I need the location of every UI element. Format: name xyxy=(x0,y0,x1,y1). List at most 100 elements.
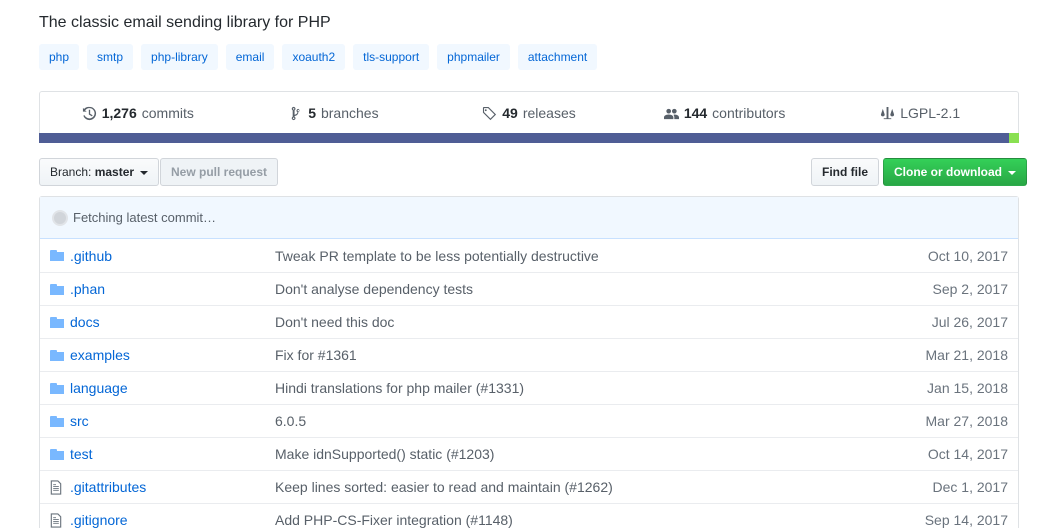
commit-age: Mar 27, 2018 xyxy=(925,413,1009,429)
commit-message-link[interactable]: Add PHP-CS-Fixer integration (#1148) xyxy=(275,512,878,528)
commit-age: Oct 10, 2017 xyxy=(927,247,1008,264)
new-pull-request-button[interactable]: New pull request xyxy=(160,158,279,186)
folder-icon xyxy=(50,316,64,328)
clone-download-button[interactable]: Clone or download xyxy=(883,158,1028,186)
law-icon xyxy=(881,106,895,119)
topic-list: php smtp php-library email xoauth2 tls-s… xyxy=(39,44,598,70)
file-row: language Hindi translations for php maile… xyxy=(40,371,1018,404)
branch-prefix: Branch: xyxy=(50,165,92,179)
file-row: examples Fix for #1361 Mar 21, 2018 xyxy=(40,338,1018,371)
folder-icon-cell xyxy=(40,448,70,460)
topic-tag[interactable]: tls-support xyxy=(353,44,430,70)
branch-name: master xyxy=(94,165,135,179)
tag-icon xyxy=(483,106,497,120)
commit-message-link[interactable]: Make idnSupported() static (#1203) xyxy=(275,446,878,462)
commit-age: Oct 14, 2017 xyxy=(927,446,1008,462)
topic-tag[interactable]: attachment xyxy=(517,44,598,70)
find-file-button[interactable]: Find file xyxy=(811,158,879,186)
releases-link[interactable]: 49 releases xyxy=(431,105,627,121)
folder-icon-cell xyxy=(40,250,70,261)
commit-message-link[interactable]: Don't analyse dependency tests xyxy=(275,281,878,297)
caret-down-icon xyxy=(140,170,149,175)
folder-icon-cell xyxy=(40,382,70,394)
file-icon xyxy=(50,512,62,528)
topic-tag[interactable]: xoauth2 xyxy=(282,44,346,70)
commit-message-link[interactable]: Don't need this doc xyxy=(275,314,878,330)
folder-icon-cell xyxy=(40,349,70,361)
repo-description: The classic email sending library for PH… xyxy=(39,14,331,31)
file-row: .github Tweak PR template to be less pote… xyxy=(40,239,1018,272)
folder-icon xyxy=(50,349,64,361)
commit-age: Sep 14, 2017 xyxy=(924,512,1008,528)
file-row: .gitattributes Keep lines sorted: easier … xyxy=(40,470,1018,503)
branches-link[interactable]: 5 branches xyxy=(236,105,432,121)
commit-message-link[interactable]: Fix for #1361 xyxy=(275,347,878,363)
commits-link[interactable]: 1,276 commits xyxy=(40,105,236,121)
topic-tag[interactable]: smtp xyxy=(87,44,134,70)
file-icon-cell xyxy=(40,512,70,528)
commits-count: 1,276 xyxy=(101,105,137,121)
contributors-link[interactable]: 144 contributors xyxy=(627,105,823,121)
branch-select-button[interactable]: Branch: master xyxy=(39,158,160,186)
file-name-link[interactable]: examples xyxy=(70,347,275,363)
commit-age: Jul 26, 2017 xyxy=(931,314,1008,330)
topic-tag[interactable]: php xyxy=(39,44,80,70)
history-icon xyxy=(82,106,96,120)
folder-icon xyxy=(50,448,64,460)
releases-count: 49 xyxy=(502,105,518,121)
git-branch-icon xyxy=(291,106,300,120)
file-name-link[interactable]: .github xyxy=(70,248,275,264)
file-name-link[interactable]: test xyxy=(70,446,275,462)
license-link[interactable]: LGPL-2.1 xyxy=(822,105,1018,121)
contributors-count: 144 xyxy=(683,105,708,121)
folder-icon xyxy=(50,250,64,261)
folder-icon xyxy=(50,415,64,427)
caret-down-icon xyxy=(1008,170,1017,175)
file-row: src 6.0.5 Mar 27, 2018 xyxy=(40,404,1018,437)
folder-icon xyxy=(50,382,64,394)
file-list: Fetching latest commit… .github Tweak PR … xyxy=(39,196,1019,528)
commits-label: commits xyxy=(141,105,194,121)
license-label: LGPL-2.1 xyxy=(900,105,961,121)
file-name-link[interactable]: src xyxy=(70,413,275,429)
commit-tease: Fetching latest commit… xyxy=(40,197,1018,239)
commit-age: Mar 21, 2018 xyxy=(925,347,1009,363)
file-row: .phan Don't analyse dependency tests Sep 2… xyxy=(40,272,1018,305)
file-name-link[interactable]: .phan xyxy=(70,281,275,297)
repo-summary: 1,276 commits 5 branches 49 releases 144… xyxy=(39,91,1019,143)
branches-count: 5 xyxy=(308,105,316,121)
file-name-link[interactable]: docs xyxy=(70,314,275,330)
file-name-link[interactable]: .gitattributes xyxy=(70,479,275,495)
file-name-link[interactable]: language xyxy=(70,380,275,396)
file-row: test Make idnSupported() static (#1203) Oc… xyxy=(40,437,1018,470)
people-icon xyxy=(663,108,679,119)
folder-icon-cell xyxy=(40,283,70,295)
commit-tease-text: Fetching latest commit… xyxy=(73,210,217,225)
commit-message-link[interactable]: Hindi translations for php mailer (#1331… xyxy=(275,380,878,396)
file-row: .gitignore Add PHP-CS-Fixer integration (… xyxy=(40,503,1018,528)
commit-message-link[interactable]: Keep lines sorted: easier to read and ma… xyxy=(275,479,878,495)
language-segment[interactable] xyxy=(39,133,1010,143)
commit-age: Dec 1, 2017 xyxy=(932,479,1009,495)
file-row: docs Don't need this doc Jul 26, 2017 xyxy=(40,305,1018,338)
avatar xyxy=(52,209,68,226)
topic-tag[interactable]: phpmailer xyxy=(437,44,510,70)
contributors-label: contributors xyxy=(712,105,786,121)
releases-label: releases xyxy=(522,105,576,121)
commit-age: Jan 15, 2018 xyxy=(927,380,1008,396)
topic-tag[interactable]: php-library xyxy=(141,44,218,70)
file-name-link[interactable]: .gitignore xyxy=(70,512,275,528)
commit-message-link[interactable]: 6.0.5 xyxy=(275,413,878,429)
language-bar[interactable] xyxy=(39,133,1019,143)
commit-message-link[interactable]: Tweak PR template to be less potentially… xyxy=(275,248,878,264)
topic-tag[interactable]: email xyxy=(225,44,275,70)
folder-icon-cell xyxy=(40,316,70,328)
file-icon-cell xyxy=(40,479,70,495)
commit-age: Sep 2, 2017 xyxy=(932,281,1008,297)
language-segment[interactable] xyxy=(1009,133,1019,143)
clone-label: Clone or download xyxy=(894,165,1002,179)
folder-icon xyxy=(50,283,64,295)
file-icon xyxy=(50,479,62,495)
folder-icon-cell xyxy=(40,415,70,427)
branches-label: branches xyxy=(320,105,379,121)
